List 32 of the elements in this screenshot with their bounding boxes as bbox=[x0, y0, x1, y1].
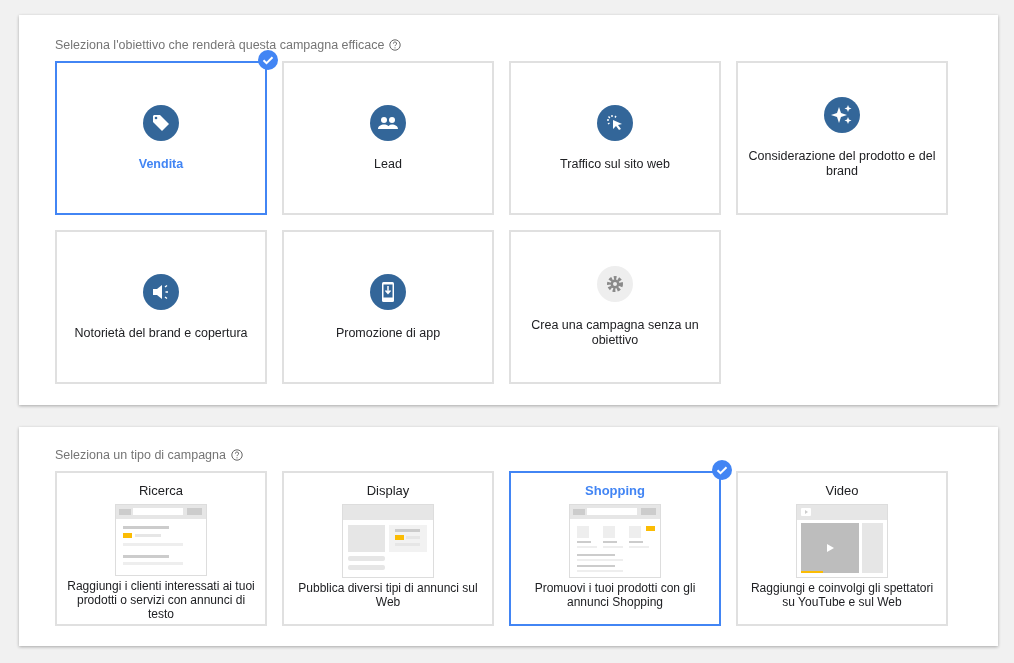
campaign-type-description: Promuovi i tuoi prodotti con gli annunci Shopping bbox=[533, 581, 697, 609]
campaign-type-title: Ricerca bbox=[138, 483, 184, 498]
campaign-type-title: Shopping bbox=[585, 483, 645, 498]
goal-option[interactable]: Crea una campagna senza un obiettivo bbox=[509, 230, 721, 384]
people-icon bbox=[370, 104, 406, 141]
check-icon bbox=[712, 460, 732, 480]
goal-option[interactable]: Notorietà del brand e copertura bbox=[55, 230, 267, 384]
settings-icon bbox=[597, 266, 633, 302]
campaign-type-description: Raggiungi e coinvolgi gli spettatori su YouTube e sul Web bbox=[749, 581, 935, 609]
campaign-type-option[interactable]: Display Pubblica diversi tipi di annunci sul Web bbox=[282, 471, 494, 626]
goal-option[interactable]: Vendita bbox=[55, 61, 267, 215]
phone-download-icon bbox=[370, 273, 406, 310]
cursor-click-icon bbox=[597, 104, 633, 141]
campaign-type-title: Display bbox=[366, 483, 410, 498]
goal-option[interactable]: Lead bbox=[282, 61, 494, 215]
goal-option[interactable]: Considerazione del prodotto e del brand bbox=[736, 61, 948, 215]
campaign-type-option[interactable]: Video Raggiungi e coinvolgi gli spettatori su YouTube e sul Web bbox=[736, 471, 948, 626]
goal-option[interactable]: Promozione di app bbox=[282, 230, 494, 384]
sparkle-icon bbox=[824, 97, 860, 133]
campaign-type-description: Pubblica diversi tipi di annunci sul Web bbox=[297, 581, 479, 609]
help-icon[interactable] bbox=[389, 39, 402, 51]
tag-icon bbox=[143, 104, 179, 141]
section-heading: Seleziona un tipo di campagna bbox=[55, 448, 226, 462]
campaign-type-option[interactable]: Shopping Promuovi i tuoi prodotti con gli annunci Shopping bbox=[509, 471, 721, 626]
goal-option[interactable]: Traffico sul sito web bbox=[509, 61, 721, 215]
check-icon bbox=[258, 50, 278, 70]
campaign-type-option[interactable]: Ricerca Raggiungi i clienti interessati ai tuoi prodotti o servizi con annunci di testo bbox=[55, 471, 267, 626]
megaphone-icon bbox=[143, 273, 179, 310]
help-icon[interactable] bbox=[230, 449, 243, 461]
campaign-type-description: Raggiungi i clienti interessati ai tuoi prodotti o servizi con annunci di testo bbox=[66, 579, 256, 621]
section-heading: Seleziona l'obiettivo che renderà questa campagna efficace bbox=[55, 38, 385, 52]
campaign-type-title: Video bbox=[825, 483, 859, 498]
